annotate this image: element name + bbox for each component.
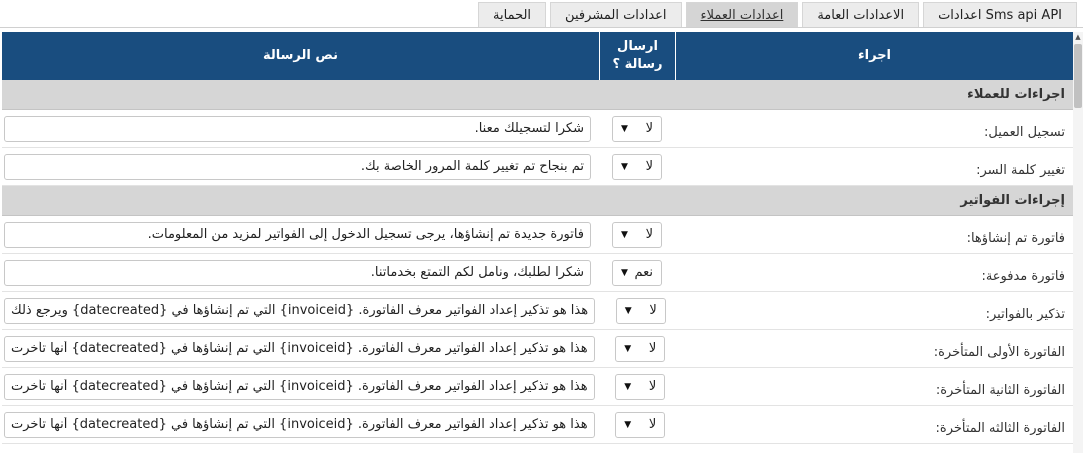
message-input[interactable]: هذا هو تذكير إعداد الفواتير معرف الفاتور…: [4, 373, 595, 400]
tab-admin-settings[interactable]: اعدادات المشرفين: [550, 2, 682, 27]
table-row: الفاتورة الثالثه المتأخرة: لا ▼ هذا هو تذ…: [2, 406, 1073, 444]
send-select-value: لا: [648, 417, 657, 432]
message-input[interactable]: تم بنجاح تم تغيير كلمة المرور الخاصة بك.: [4, 153, 591, 180]
caret-down-icon: ▼: [624, 419, 632, 430]
send-select[interactable]: لا ▼: [615, 335, 666, 362]
row-label: تذكير بالفواتير:: [985, 307, 1065, 322]
vertical-scrollbar[interactable]: ▲: [1073, 32, 1083, 453]
row-label: الفاتورة الأولى المتأخرة:: [933, 345, 1065, 360]
header-action: اجراء: [675, 32, 1073, 80]
message-input[interactable]: هذا هو تذكير إعداد الفواتير معرف الفاتور…: [4, 411, 595, 438]
message-input[interactable]: هذا هو تذكير إعداد الفواتير معرف الفاتور…: [4, 335, 595, 362]
send-select[interactable]: نعم ▼: [612, 259, 662, 286]
send-select-value: لا: [648, 379, 657, 394]
caret-down-icon: ▼: [621, 267, 628, 278]
caret-down-icon: ▼: [624, 381, 632, 392]
message-input-value: هذا هو تذكير إعداد الفواتير معرف الفاتور…: [11, 379, 588, 394]
send-select[interactable]: لا ▼: [615, 411, 666, 438]
message-input[interactable]: شكرا لطلبك، ونأمل لكم التمتع بخدماتنا.: [4, 259, 591, 286]
send-select[interactable]: لا ▼: [615, 297, 666, 324]
message-input-value: شكرا لطلبك، ونأمل لكم التمتع بخدماتنا.: [370, 265, 584, 280]
scroll-up-arrow-icon[interactable]: ▲: [1073, 32, 1083, 42]
send-select[interactable]: لا ▼: [615, 373, 666, 400]
message-input-value: شكرا لتسجيلك معنا.: [474, 121, 584, 136]
row-label: فاتورة تم إنشاؤها:: [966, 231, 1065, 246]
caret-down-icon: ▼: [624, 305, 632, 316]
table-row: تسجيل العميل: لا ▼ شكرا لتسجيلك معنا.: [2, 110, 1073, 148]
row-label: تسجيل العميل:: [983, 125, 1065, 140]
row-label: الفاتورة الثالثه المتأخرة:: [935, 421, 1065, 436]
tab-bar: Sms api API اعدادات الاعدادات العامة اعد…: [0, 0, 1083, 28]
message-input[interactable]: هذا هو تذكير إعداد الفواتير معرف الفاتور…: [4, 297, 596, 324]
table-row: فاتورة تم إنشاؤها: لا ▼ فاتورة جديدة تم إ…: [2, 216, 1073, 254]
settings-table: اجراء ارسال رسالة ؟ نص الرسالة اجراءات ل…: [2, 32, 1073, 444]
tab-security[interactable]: الحماية: [478, 2, 547, 27]
header-message-text: نص الرسالة: [263, 48, 338, 63]
send-select[interactable]: لا ▼: [612, 153, 662, 180]
send-select-value: لا: [648, 341, 657, 356]
scrollbar-thumb[interactable]: [1074, 44, 1082, 108]
caret-down-icon: ▼: [621, 229, 628, 240]
table-header: اجراء ارسال رسالة ؟ نص الرسالة: [2, 32, 1073, 80]
tab-general-settings[interactable]: الاعدادات العامة: [802, 2, 920, 27]
send-select[interactable]: لا ▼: [612, 115, 662, 142]
table-row: الفاتورة الثانية المتأخرة: لا ▼ هذا هو تذ…: [2, 368, 1073, 406]
send-select-value: لا: [645, 227, 653, 242]
table-row: تغيير كلمة السر: لا ▼ تم بنجاح تم تغيير ك…: [2, 148, 1073, 186]
send-select-value: لا: [645, 159, 653, 174]
section-client-actions: اجراءات للعملاء: [2, 80, 1073, 110]
tab-sms-api-settings[interactable]: Sms api API اعدادات: [923, 2, 1077, 27]
send-select-value: نعم: [634, 265, 653, 280]
row-label: تغيير كلمة السر:: [976, 163, 1065, 178]
message-input[interactable]: فاتورة جديدة تم إنشاؤها، يرجى تسجيل الدخ…: [4, 221, 591, 248]
table-row: تذكير بالفواتير: لا ▼ هذا هو تذكير إعداد …: [2, 292, 1073, 330]
table-row: الفاتورة الأولى المتأخرة: لا ▼ هذا هو تذك…: [2, 330, 1073, 368]
message-input-value: فاتورة جديدة تم إنشاؤها، يرجى تسجيل الدخ…: [147, 227, 584, 242]
settings-page: Sms api API اعدادات الاعدادات العامة اعد…: [0, 0, 1083, 453]
message-input[interactable]: شكرا لتسجيلك معنا.: [4, 115, 591, 142]
caret-down-icon: ▼: [624, 343, 632, 354]
message-input-value: هذا هو تذكير إعداد الفواتير معرف الفاتور…: [11, 417, 588, 432]
send-select[interactable]: لا ▼: [612, 221, 662, 248]
tab-client-settings[interactable]: اعدادات العملاء: [685, 2, 799, 27]
send-select-value: لا: [645, 121, 653, 136]
table-row: فاتورة مدفوعة: نعم ▼ شكرا لطلبك، ونأمل لك…: [2, 254, 1073, 292]
message-input-value: هذا هو تذكير إعداد الفواتير معرف الفاتور…: [11, 303, 589, 318]
caret-down-icon: ▼: [621, 161, 628, 172]
section-invoice-actions: إجراءات الفواتير: [2, 186, 1073, 216]
row-label: فاتورة مدفوعة:: [981, 269, 1065, 284]
row-label: الفاتورة الثانية المتأخرة:: [935, 383, 1065, 398]
message-input-value: هذا هو تذكير إعداد الفواتير معرف الفاتور…: [11, 341, 588, 356]
header-send-message: ارسال رسالة ؟: [599, 32, 675, 80]
message-input-value: تم بنجاح تم تغيير كلمة المرور الخاصة بك.: [360, 159, 584, 174]
send-select-value: لا: [649, 303, 657, 318]
caret-down-icon: ▼: [621, 123, 628, 134]
